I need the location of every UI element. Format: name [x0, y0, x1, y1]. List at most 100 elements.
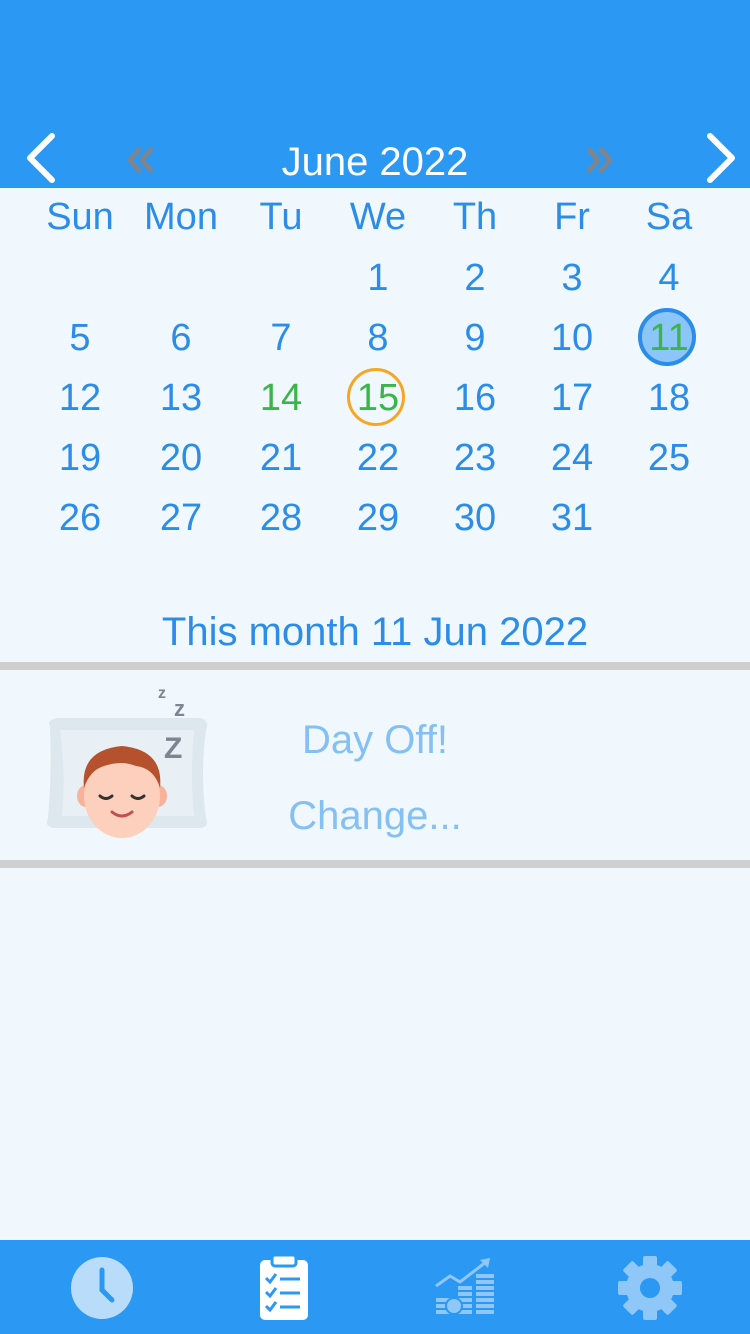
gear-icon [618, 1256, 682, 1320]
calendar-day[interactable]: 20 [133, 430, 229, 490]
calendar-day-number: 1 [367, 257, 389, 299]
calendar-day[interactable]: 27 [133, 490, 229, 550]
calendar-day[interactable]: 16 [427, 370, 523, 430]
calendar-day-number: 14 [259, 377, 303, 419]
calendar-day[interactable]: 28 [233, 490, 329, 550]
calendar-day-number: 4 [658, 257, 680, 299]
calendar-day-number: 20 [159, 437, 203, 479]
calendar-day-number: 21 [259, 437, 303, 479]
divider [0, 662, 750, 670]
calendar-day[interactable]: 14 [233, 370, 329, 430]
prev-month-button[interactable] [20, 130, 70, 186]
calendar-day[interactable]: 19 [32, 430, 128, 490]
weekday-label: We [349, 196, 407, 238]
calendar-day[interactable]: 7 [233, 310, 329, 370]
calendar-day-number: 15 [356, 377, 400, 419]
earnings-chart-icon [435, 1258, 494, 1315]
calendar-day[interactable]: 10 [524, 310, 620, 370]
calendar-day[interactable]: 3 [524, 250, 620, 310]
calendar-day[interactable]: 29 [330, 490, 426, 550]
calendar-day-number: 17 [550, 377, 594, 419]
prev-year-button[interactable] [122, 138, 162, 182]
calendar-week-row: 5 6 7 8 9 10 11 [0, 308, 750, 370]
calendar-day[interactable]: 2 [427, 250, 523, 310]
calendar-day[interactable]: 6 [133, 310, 229, 370]
calendar-day[interactable]: 24 [524, 430, 620, 490]
calendar-day[interactable]: 22 [330, 430, 426, 490]
sleeping-face-icon: z z Z [40, 684, 210, 844]
calendar-day[interactable]: 30 [427, 490, 523, 550]
calendar-day-number: 12 [58, 377, 102, 419]
tab-earnings[interactable] [428, 1252, 508, 1324]
next-year-button[interactable] [578, 138, 618, 182]
calendar-week-row: 1 2 3 4 [0, 250, 750, 310]
calendar-day-number: 30 [453, 497, 497, 539]
calendar-day[interactable]: 9 [427, 310, 523, 370]
next-month-button[interactable] [698, 130, 748, 186]
calendar-day[interactable]: 4 [621, 250, 717, 310]
double-chevron-left-icon [127, 146, 154, 174]
calendar-day-number: 24 [550, 437, 594, 479]
weekday-label: Fr [554, 196, 590, 238]
calendar-day-number: 16 [453, 377, 497, 419]
day-off-label: Day Off! [302, 718, 448, 762]
calendar-day-number: 31 [550, 497, 594, 539]
calendar-grid: Sun Mon Tu We Th Fr Sa 1 2 3 4 5 6 7 8 9 10 11 12 13 14 15 16 1… [0, 190, 750, 550]
calendar-day-number: 8 [367, 317, 389, 359]
divider [0, 860, 750, 868]
weekday-label: Th [452, 196, 498, 238]
calendar-day-number: 29 [356, 497, 400, 539]
calendar-day-number: 3 [561, 257, 583, 299]
month-summary: This month 11 Jun 2022 [161, 610, 589, 654]
month-title: June 2022 [281, 140, 469, 184]
calendar-day[interactable]: 31 [524, 490, 620, 550]
calendar-day-number: 10 [550, 317, 594, 359]
change-button[interactable]: Change... [200, 788, 550, 844]
calendar-day[interactable]: 13 [133, 370, 229, 430]
calendar-day[interactable]: 12 [32, 370, 128, 430]
svg-text:Z: Z [164, 732, 182, 765]
calendar-day-number: 2 [464, 257, 486, 299]
calendar-day-number: 11 [649, 317, 689, 359]
calendar-day[interactable]: 8 [330, 310, 426, 370]
calendar-day-today[interactable]: 15 [330, 368, 426, 430]
clock-icon [71, 1257, 133, 1319]
calendar-day-number: 5 [69, 317, 91, 359]
calendar-day[interactable]: 25 [621, 430, 717, 490]
tab-clock[interactable] [62, 1252, 142, 1324]
weekday-label: Tu [259, 196, 303, 238]
calendar-day-number: 26 [58, 497, 102, 539]
calendar-day[interactable]: 23 [427, 430, 523, 490]
calendar-day-number: 9 [464, 317, 486, 359]
clipboard-checklist-icon [260, 1253, 308, 1320]
calendar-day[interactable]: 17 [524, 370, 620, 430]
calendar-day-number: 18 [647, 377, 691, 419]
calendar-day-number: 6 [170, 317, 192, 359]
chevron-left-icon [27, 133, 55, 183]
calendar-day-number: 28 [259, 497, 303, 539]
tab-checklist[interactable] [244, 1252, 324, 1324]
calendar-day-number: 27 [159, 497, 203, 539]
calendar-week-row: 26 27 28 29 30 31 [0, 490, 750, 550]
calendar-day-selected[interactable]: 11 [621, 308, 717, 370]
calendar-week-row: 12 13 14 15 16 17 18 [0, 368, 750, 430]
weekday-label: Sun [46, 196, 114, 238]
calendar-day[interactable]: 26 [32, 490, 128, 550]
weekday-label: Sa [645, 196, 693, 238]
weekday-label: Mon [144, 196, 218, 238]
weekday-header-row: Sun Mon Tu We Th Fr Sa [0, 190, 750, 250]
calendar-day[interactable]: 21 [233, 430, 329, 490]
double-chevron-right-icon [586, 146, 613, 174]
calendar-day[interactable]: 5 [32, 310, 128, 370]
calendar-day-number: 22 [356, 437, 400, 479]
calendar-day-number: 7 [270, 317, 292, 359]
calendar-day-number: 19 [58, 437, 102, 479]
svg-text:z: z [174, 696, 185, 721]
svg-text:z: z [158, 685, 166, 702]
calendar-day-number: 23 [453, 437, 497, 479]
calendar-day-number: 25 [647, 437, 691, 479]
calendar-day[interactable]: 18 [621, 370, 717, 430]
tab-settings[interactable] [610, 1252, 690, 1324]
calendar-day[interactable]: 1 [330, 250, 426, 310]
calendar-day-number: 13 [159, 377, 203, 419]
